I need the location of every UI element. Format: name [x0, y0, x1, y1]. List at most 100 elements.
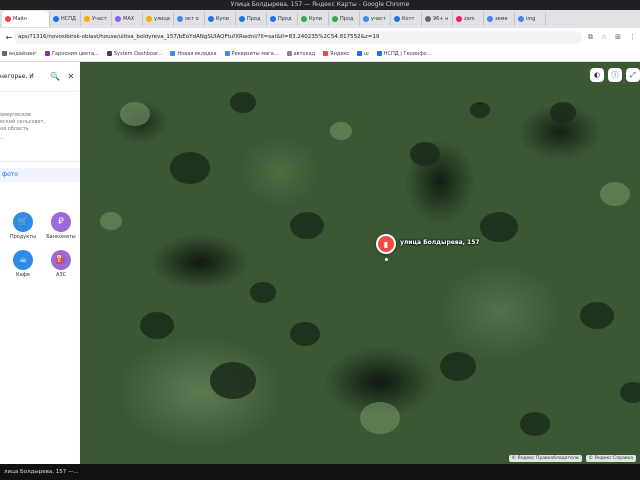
search-row: негорье, И 🔍 ✕: [0, 62, 80, 92]
url-input[interactable]: aps/?1316/novosibirsk-oblast/house/ulits…: [14, 30, 582, 44]
copyright-terms[interactable]: © Яндекс Справка: [585, 455, 636, 462]
ruble-icon: ₽: [51, 212, 71, 232]
satellite-map[interactable]: ◐ ⓘ ⤢ ▮ улица Болдырева, 157 © Яндекс Пр…: [80, 62, 640, 464]
taskbar-item[interactable]: лица Болдырева, 157 —...: [0, 464, 640, 480]
search-input[interactable]: негорье, И: [0, 73, 50, 80]
bookmark-star-icon[interactable]: ☆: [601, 33, 607, 42]
browser-tab[interactable]: Купи: [205, 12, 236, 26]
tree-canopy: [170, 152, 210, 184]
browser-tab[interactable]: Прод: [329, 12, 360, 26]
cup-icon: ☕: [13, 250, 33, 270]
bookmark-favicon-icon: [286, 51, 292, 56]
tab-label: Прод: [247, 16, 261, 22]
install-app-icon[interactable]: ⧉: [588, 33, 593, 42]
tab-favicon-icon: [301, 16, 307, 22]
tree-canopy: [600, 182, 630, 206]
bookmark-item[interactable]: Яндекс: [323, 51, 349, 57]
layers-icon[interactable]: ◐: [590, 68, 604, 82]
tree-canopy: [580, 302, 614, 330]
tab-label: окт о: [185, 16, 199, 22]
poi-atm[interactable]: ₽ Банкоматы: [42, 212, 80, 240]
bookmark-label: System Dashboar...: [113, 50, 163, 57]
browser-tab[interactable]: окт о: [174, 12, 205, 26]
tree-canopy: [520, 412, 550, 436]
tab-label: земе: [495, 16, 508, 22]
info-icon[interactable]: ⓘ: [608, 68, 622, 82]
extensions-icon[interactable]: ⊞: [615, 33, 621, 42]
map-copyright: © Яндекс Правообладатели © Яндекс Справк…: [508, 455, 636, 462]
browser-tab[interactable]: Участ: [81, 12, 112, 26]
window-title: Улица Болдырева, 157 — Яндекс Карты - Go…: [0, 0, 640, 10]
browser-tab[interactable]: img: [515, 12, 546, 26]
address-line: ая область: [0, 126, 29, 132]
tab-label: Прод: [340, 16, 354, 22]
browser-tab[interactable]: Прод: [267, 12, 298, 26]
browser-tab[interactable]: участ: [360, 12, 391, 26]
tab-favicon-icon: [5, 16, 11, 22]
bookmark-item[interactable]: ш: [357, 51, 369, 57]
bookmark-label: НСПД | Геоинфо...: [383, 50, 432, 57]
bookmark-favicon-icon: [170, 51, 176, 56]
copyright-yandex[interactable]: © Яндекс Правообладатели: [508, 455, 582, 462]
more-link[interactable]: ...: [0, 135, 80, 141]
tab-label: img: [526, 16, 536, 22]
photo-button[interactable]: фото: [0, 168, 80, 182]
bookmark-favicon-icon: [224, 51, 230, 56]
browser-tab[interactable]: земе: [484, 12, 515, 26]
fullscreen-icon[interactable]: ⤢: [626, 68, 640, 82]
tab-favicon-icon: [270, 16, 276, 22]
tree-canopy: [410, 142, 440, 166]
poi-label: Банкоматы: [46, 234, 76, 240]
tab-label: MAX: [123, 16, 135, 22]
tab-favicon-icon: [177, 16, 183, 22]
tree-canopy: [140, 312, 174, 340]
close-icon[interactable]: ✕: [66, 72, 76, 81]
poi-fuel[interactable]: ⛽ АЗС: [42, 250, 80, 278]
search-icon[interactable]: 🔍: [50, 72, 60, 81]
browser-tab[interactable]: улица: [143, 12, 174, 26]
browser-tab[interactable]: Котт: [391, 12, 422, 26]
place-address: омерческое вский сельсовет, ая область: [0, 112, 80, 133]
tab-favicon-icon: [425, 16, 431, 22]
bookmark-item[interactable]: Гарнония цвета...: [44, 51, 99, 57]
tree-canopy: [440, 352, 476, 381]
bookmark-favicon-icon: [323, 51, 329, 56]
tree-canopy: [210, 362, 256, 399]
place-sidebar: негорье, И 🔍 ✕ омерческое вский сельсове…: [0, 62, 80, 464]
poi-groceries[interactable]: 🛒 Продукты: [4, 212, 42, 240]
bookmark-item[interactable]: Новая вкладка: [170, 51, 217, 57]
shopping-basket-icon: 🛒: [13, 212, 33, 232]
pin-label[interactable]: улица Болдырева, 157: [400, 239, 480, 246]
browser-tab[interactable]: Купи: [298, 12, 329, 26]
browser-tab[interactable]: zam: [453, 12, 484, 26]
bookmark-item[interactable]: Реквизиты мага...: [224, 51, 279, 57]
bookmark-favicon-icon: [2, 51, 7, 56]
tree-canopy: [290, 322, 320, 346]
bookmark-item[interactable]: автокад: [286, 50, 316, 57]
address-line: вский сельсовет,: [0, 119, 46, 125]
location-pin-icon[interactable]: ▮: [376, 234, 396, 254]
browser-tab[interactable]: Майл: [2, 11, 50, 27]
poi-label: Кафе: [16, 272, 30, 278]
bookmark-favicon-icon: [376, 51, 382, 56]
browser-tab[interactable]: MAX: [112, 12, 143, 26]
poi-cafe[interactable]: ☕ Кафе: [4, 250, 42, 278]
map-controls: ◐ ⓘ ⤢: [590, 68, 640, 82]
bookmark-label: автокад: [293, 50, 316, 57]
tab-label: Прод: [278, 16, 292, 22]
poi-label: Продукты: [9, 234, 37, 240]
bookmark-item[interactable]: System Dashboar...: [106, 50, 163, 57]
menu-icon[interactable]: ⋮: [629, 33, 636, 42]
browser-tab[interactable]: НСПД: [50, 12, 81, 26]
tree-canopy: [230, 92, 256, 113]
browser-tab[interactable]: Прод: [236, 12, 267, 26]
tab-label: Майл: [13, 16, 27, 22]
tree-canopy: [620, 382, 640, 403]
poi-label: АЗС: [55, 272, 67, 278]
browser-tab[interactable]: 96+ н: [422, 12, 453, 26]
back-icon[interactable]: ←: [4, 33, 14, 42]
tab-label: Участ: [92, 16, 107, 22]
bookmark-item[interactable]: НСПД | Геоинфо...: [376, 50, 432, 57]
bookmark-item[interactable]: ендайзинг: [2, 51, 37, 57]
pin-point: [385, 258, 388, 261]
